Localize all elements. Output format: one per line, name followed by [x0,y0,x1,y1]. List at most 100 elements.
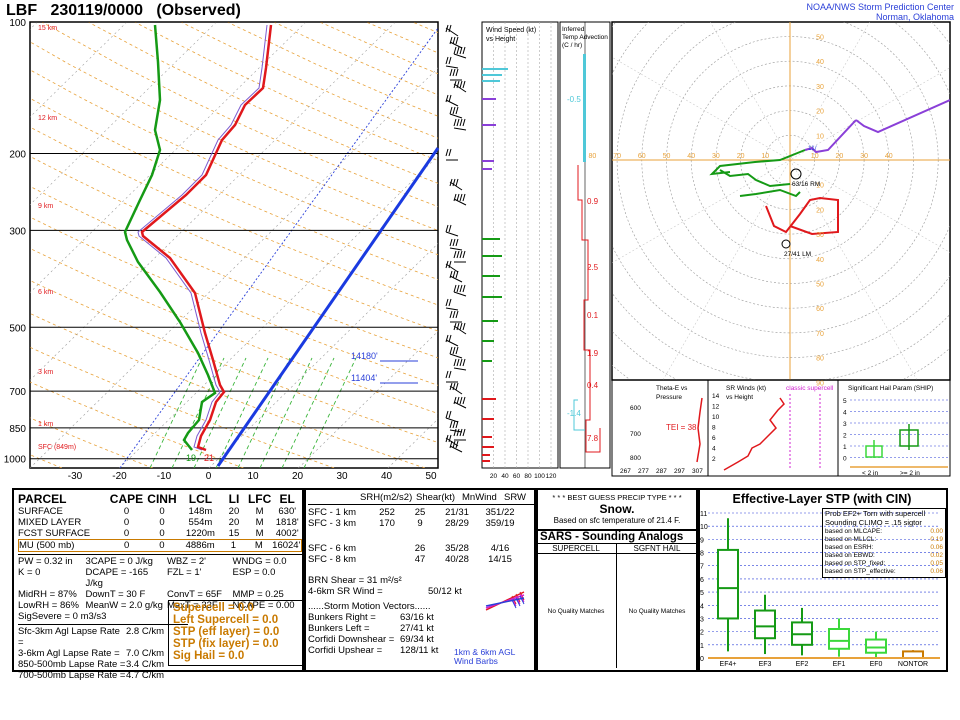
sr-wind-label: 4-6km SR Wind = [308,586,383,597]
parcel-col-header: EL [279,492,295,506]
parcel-col-header: LCL [188,492,213,506]
parcel-cell: 0 [159,528,165,539]
parcel-cell: 20 [228,517,240,528]
barb-flag [456,46,460,55]
wind-barb [453,367,467,371]
dry-adiabat [30,381,244,468]
parcel-col-header: PARCEL [18,492,67,506]
parcel-cell: 1 [230,540,237,551]
srw-title: SR Winds (kt) [726,385,766,392]
hodo-y-tick: 40 [816,59,824,66]
parcel-panel: PARCEL CAPE CINH LCL LI LFC EL SURFACE 0 0 148m 20… [12,488,306,681]
stp-box [717,548,739,620]
stp-category: EF2 [796,661,809,668]
thetae-x-tick: 277 [638,468,649,475]
motion-label: Corfidi Upshear = [308,645,383,656]
sars-body: No Quality Matches No Quality Matches [536,554,698,668]
motion-label: Corfidi Downshear = [308,634,395,645]
barb-flag [453,284,457,293]
hodo-y-tick: 20 [816,207,824,214]
stp-panel: Effective-Layer STP (with CIN) Prob EF2+… [696,488,948,672]
isotherm [208,243,438,468]
ship-cat: >= 2 in [900,470,920,477]
dry-adiabat [87,22,438,184]
thetae-line [696,397,703,463]
isotherm [30,22,396,381]
pressure-tick: 300 [9,226,26,237]
barb-flag [459,428,463,437]
stat-cell: ESP = 0.0 [232,567,276,578]
hodograph-frame [611,21,951,381]
temp-adv-title1: Inferred [562,26,585,33]
motion-label: Bunkers Right = [308,612,376,623]
lapse-value: 2.8 C/km [126,626,165,637]
ship-plot: Significant Hail Param (SHIP)5 4 3 2 1 0 < 2 i… [843,385,948,477]
thetae-x-tick: 307 [692,468,703,475]
motion-row: Corfidi Downshear = 69/34 kt [308,634,534,645]
lm-label: 27/41 LM [784,251,811,258]
parcel-line [216,147,440,467]
thetae-y-tick: 800 [630,455,641,462]
kin-cell: 26 [414,543,426,554]
kin-cell: 47 [414,554,426,565]
ship-y-tick: 0 [843,456,847,463]
stat-cell: MMP = 0.25 [232,589,284,600]
parcel-row: MU (500 mb) 0 0 4886m 1 M 16024' [18,539,302,552]
hodo-y-tick: 80 [816,356,824,363]
parcel-cell: M [255,528,264,539]
barb-flag [456,193,460,202]
stp-y-tick: 10 [700,524,708,531]
hodo-spoke [612,56,950,253]
ws-bar [482,418,494,420]
stat-cell: MidRH = 87% [18,589,77,600]
kin-col-header: MnWind [462,492,497,503]
hodo-y-tick: 50 [816,35,824,42]
hodo-x-tick: 50 [663,153,671,160]
stat-cell: PW = 0.32 in [18,556,73,567]
dry-adiabat [227,22,438,117]
moist-adiabat [193,357,247,468]
barb-caption-2: Wind Barbs [454,656,498,666]
dry-adiabat [30,454,62,468]
stp-category: EF3 [759,661,772,668]
wind-barb [453,127,467,131]
wind-barb [445,65,459,69]
hodo-ring [395,0,960,488]
barb-flag [459,80,463,89]
barb-flag [445,224,449,233]
parcel-col-header: LI [228,492,240,506]
stp-chart: 11109876543210EF4+ EF3 EF2 EF1 EF0 NONTOR [700,511,940,668]
barb-flag [456,428,460,437]
parcel-cell: 1220m [185,528,215,539]
severe-indices: Supercell = 0.0 Left Supercell = 0.0 STP (… [168,600,306,666]
srw-y-tick: 12 [712,404,720,411]
ws-bar [482,454,490,456]
dry-adiabat [366,22,438,54]
barb-flag [448,410,452,419]
pressure-tick: 200 [9,149,26,160]
parcel-cell: 0 [123,528,130,539]
motion-row: Bunkers Left = 27/41 kt [308,623,534,634]
barb-flag [445,370,449,379]
parcel-row: MIXED LAYER 0 0 554m 20 M 1818' [18,517,302,528]
lapse-label: 850-500mb Lapse Rate = [18,659,126,670]
barb-flag [459,396,463,405]
ws-tick: 120 [546,473,557,480]
hodo-ring [612,22,950,358]
sounding-charts: 1002003005007008501000-30 -20 -10 0 10 20 30 40… [4,0,960,488]
ship-title: Significant Hail Param (SHIP) [848,385,933,392]
hodo-y-tick: 30 [816,232,824,239]
hodo-spoke [662,22,870,380]
kin-cell: 9 [417,518,423,529]
srw-y-tick: 8 [712,425,716,432]
precip-title: * * * BEST GUESS PRECIP TYPE * * * [552,493,682,502]
moist-adiabat [281,357,335,468]
barb-flag [462,250,466,259]
parcel-cell: SURFACE [18,506,63,517]
hodo-x-tick: 60 [638,153,646,160]
temp-tick: 0 [206,471,212,482]
hodo-y-tick: 70 [816,331,824,338]
stp-y-tick: 11 [700,511,707,518]
barb-flag [462,396,466,405]
parcel-cell: 554m [188,517,213,528]
